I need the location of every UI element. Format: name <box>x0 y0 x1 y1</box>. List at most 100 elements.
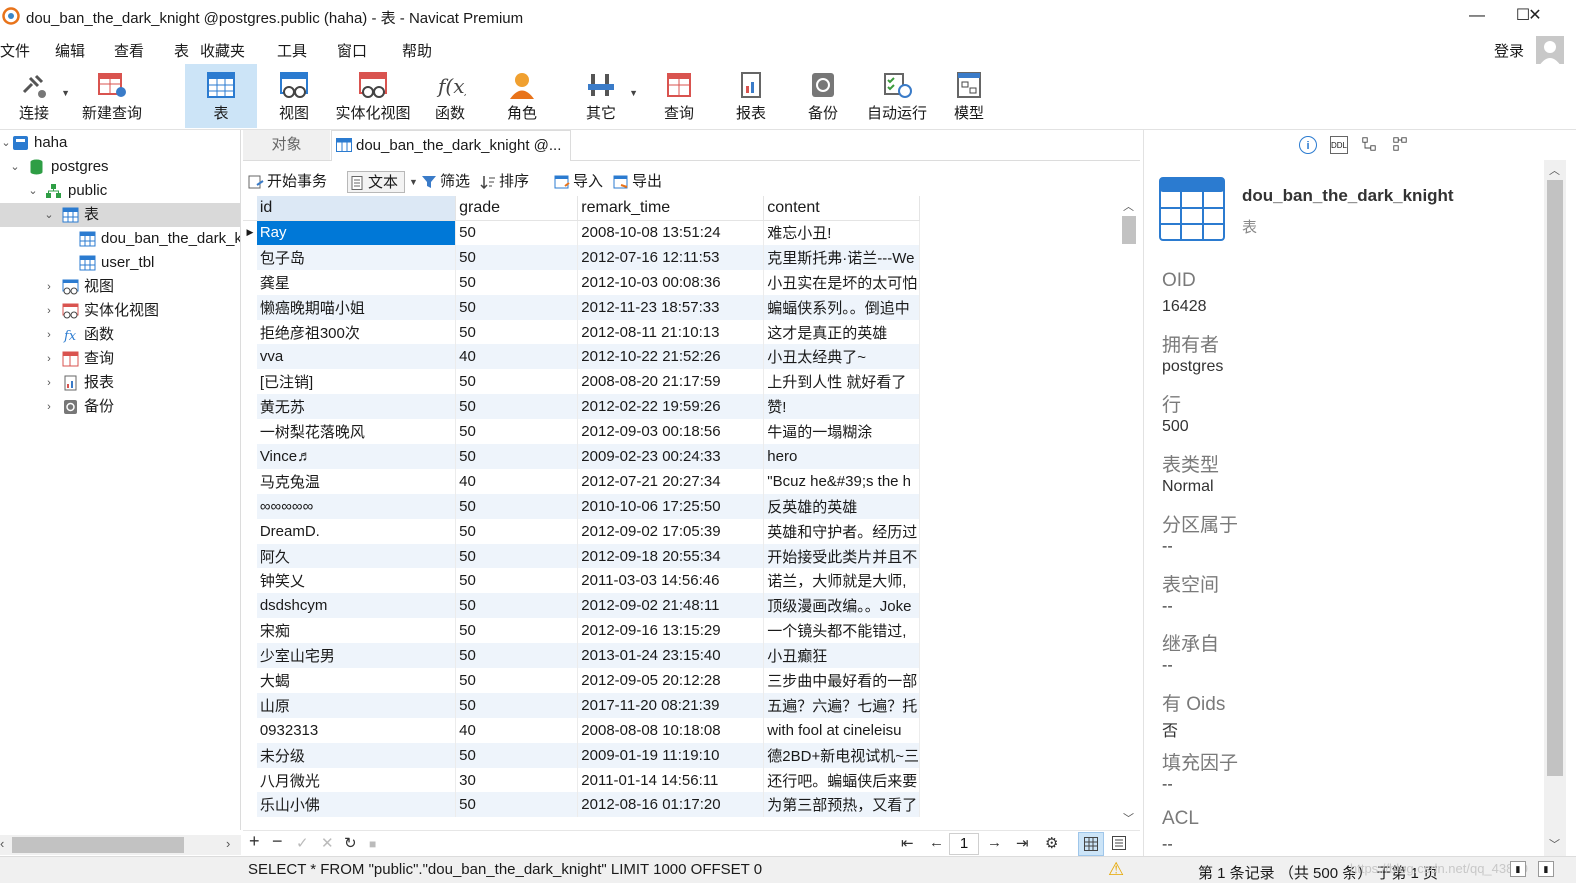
table-row[interactable]: 大蝎 50 2012-09-05 20:12:28 三步曲中最好看的一部 <box>243 668 920 693</box>
cell-remark-time[interactable]: 2013-01-24 23:15:40 <box>577 643 765 669</box>
cell-content[interactable]: 蝙蝠侠系列。。倒追中 <box>763 294 920 320</box>
cell-content[interactable]: 反英雄的英雄 <box>763 493 920 519</box>
cell-grade[interactable]: 50 <box>455 493 579 519</box>
cell-id[interactable]: 八月微光 <box>256 767 457 793</box>
row-gutter[interactable] <box>243 643 257 669</box>
cell-id[interactable]: 阿久 <box>256 543 457 569</box>
refresh-button[interactable]: ↻ <box>344 834 357 852</box>
row-gutter[interactable] <box>243 692 257 718</box>
tree-item-connection-haha[interactable]: ⌄ haha <box>0 131 240 155</box>
cell-remark-time[interactable]: 2012-09-05 20:12:28 <box>577 668 765 693</box>
cell-content[interactable]: 为第三部预热，又看了 <box>763 792 920 818</box>
cell-remark-time[interactable]: 2012-09-03 00:18:56 <box>577 419 765 445</box>
cell-grade[interactable]: 50 <box>455 792 579 818</box>
table-row[interactable]: 0932313 40 2008-08-08 10:18:08 with fool at… <box>243 717 920 743</box>
cell-grade[interactable]: 50 <box>455 269 579 295</box>
import-button[interactable]: 导入 <box>553 171 603 193</box>
cell-grade[interactable]: 40 <box>455 344 579 370</box>
layout-toggle-icon[interactable]: ▮ <box>1538 861 1554 877</box>
cell-id[interactable]: 马克兔温 <box>256 468 457 494</box>
cell-content[interactable]: 英雄和守护者。经历过 <box>763 518 920 544</box>
cell-id[interactable]: DreamD. <box>256 518 457 544</box>
table-row[interactable]: 阿久 50 2012-09-18 20:55:34 开始接受此类片并且不 <box>243 543 920 569</box>
row-gutter[interactable] <box>243 618 257 643</box>
cell-grade[interactable]: 50 <box>455 543 579 569</box>
form-view-toggle[interactable] <box>1106 832 1132 856</box>
toolbar-role-button[interactable]: 角色 <box>496 64 548 128</box>
cell-content[interactable]: 一个镜头都不能错过, <box>763 618 920 644</box>
row-gutter[interactable] <box>243 320 257 345</box>
sidebar-horizontal-scrollbar[interactable]: ‹ › <box>0 835 241 855</box>
cell-grade[interactable]: 50 <box>455 593 579 619</box>
export-button[interactable]: 导出 <box>612 171 662 193</box>
table-row[interactable]: 马克兔温 40 2012-07-21 20:27:34 "Bcuz he&#39;s … <box>243 468 920 494</box>
cell-id[interactable]: 龚星 <box>256 269 457 295</box>
last-page-button[interactable]: ⇥ <box>1016 834 1029 852</box>
menu-file[interactable]: 文件 <box>0 40 30 61</box>
toolbar-report-button[interactable]: 报表 <box>726 64 776 128</box>
cell-content[interactable]: "Bcuz he&#39;s the h <box>763 468 920 494</box>
column-header-content[interactable]: content <box>763 196 920 221</box>
table-row[interactable]: 钟笑乂 50 2011-03-03 14:56:46 诺兰，大师就是大师, <box>243 568 920 594</box>
cell-remark-time[interactable]: 2012-08-11 21:10:13 <box>577 319 765 345</box>
ddl-icon[interactable]: DDL <box>1330 136 1348 154</box>
menu-help[interactable]: 帮助 <box>402 40 432 61</box>
cell-id[interactable]: 一树梨花落晚风 <box>256 419 457 445</box>
text-view-dropdown-icon[interactable]: ▼ <box>405 171 418 193</box>
cell-remark-time[interactable]: 2008-08-08 10:18:08 <box>577 717 765 743</box>
toolbar-query-button[interactable]: 查询 <box>654 64 704 128</box>
table-row[interactable]: ▶ Ray 50 2008-10-08 13:51:24 难忘小丑! <box>243 220 920 245</box>
cell-remark-time[interactable]: 2012-07-21 20:27:34 <box>577 468 765 494</box>
cell-id[interactable]: ∞∞∞∞∞ <box>256 493 457 519</box>
tree-item-reports[interactable]: › 报表 <box>0 371 240 395</box>
connect-dropdown-icon[interactable]: ▼ <box>61 88 70 98</box>
info-panel-scrollbar[interactable]: ︿ ﹀ <box>1544 160 1566 856</box>
cell-content[interactable]: 德2BD+新电视试机~三 <box>763 742 920 768</box>
row-gutter[interactable] <box>243 768 257 793</box>
column-header-grade[interactable]: grade <box>455 196 579 221</box>
tree-item-table-dou-ban[interactable]: dou_ban_the_dark_knight <box>0 227 240 251</box>
row-gutter[interactable] <box>243 718 257 743</box>
cell-content[interactable]: 小丑实在是坏的太可怕 <box>763 269 920 295</box>
cell-grade[interactable]: 40 <box>455 468 579 494</box>
cell-content[interactable]: with fool at cineleisu <box>763 717 920 743</box>
row-gutter[interactable] <box>243 419 257 444</box>
first-page-button[interactable]: ⇤ <box>901 834 914 852</box>
tree-item-views[interactable]: › 视图 <box>0 275 240 299</box>
cell-id[interactable]: 宋痴 <box>256 618 457 644</box>
previous-page-button[interactable]: ← <box>929 834 944 851</box>
collapse-icon[interactable]: ⌄ <box>27 179 39 203</box>
cell-content[interactable]: 开始接受此类片并且不 <box>763 543 920 569</box>
table-row[interactable]: DreamD. 50 2012-09-02 17:05:39 英雄和守护者。经历过 <box>243 518 920 544</box>
collapse-icon[interactable]: ⌄ <box>0 131 12 155</box>
row-gutter[interactable] <box>243 270 257 295</box>
toolbar-other-button[interactable]: 其它 ▼ <box>576 64 638 128</box>
cell-grade[interactable]: 50 <box>455 668 579 693</box>
table-row[interactable]: 乐山小佛 50 2012-08-16 01:17:20 为第三部预热，又看了 <box>243 792 920 818</box>
minimize-button[interactable]: — <box>1454 4 1500 30</box>
scroll-down-icon[interactable]: ﹀ <box>1123 810 1134 826</box>
toolbar-model-button[interactable]: 模型 <box>944 64 994 128</box>
cell-remark-time[interactable]: 2012-10-03 00:08:36 <box>577 269 765 295</box>
cell-grade[interactable]: 50 <box>455 369 579 395</box>
menu-edit[interactable]: 编辑 <box>55 40 85 61</box>
tab-table-dou-ban[interactable]: dou_ban_the_dark_knight @... <box>331 130 571 161</box>
toolbar-table-button[interactable]: 表 <box>185 64 257 128</box>
apply-changes-button[interactable]: ✓ <box>296 834 309 852</box>
cell-id[interactable]: 山原 <box>256 692 457 718</box>
dependency-icon[interactable] <box>1360 136 1378 154</box>
table-row[interactable]: 未分级 50 2009-01-19 11:19:10 德2BD+新电视试机~三 <box>243 742 920 768</box>
cell-content[interactable]: 小丑癫狂 <box>763 643 920 669</box>
cell-grade[interactable]: 50 <box>455 220 579 245</box>
cell-remark-time[interactable]: 2008-08-20 21:17:59 <box>577 369 765 395</box>
column-header-id[interactable]: id <box>256 196 457 221</box>
tab-objects[interactable]: 对象 <box>243 130 330 160</box>
begin-transaction-button[interactable]: 开始事务 <box>247 171 327 193</box>
cell-content[interactable]: 小丑太经典了~ <box>763 344 920 370</box>
expand-icon[interactable]: › <box>43 275 55 299</box>
cell-remark-time[interactable]: 2011-03-03 14:56:46 <box>577 568 765 594</box>
scrollbar-thumb[interactable] <box>1547 180 1563 776</box>
cell-grade[interactable]: 50 <box>455 244 579 270</box>
close-button[interactable]: ✕ <box>1512 4 1558 30</box>
cell-remark-time[interactable]: 2009-01-19 11:19:10 <box>577 742 765 768</box>
